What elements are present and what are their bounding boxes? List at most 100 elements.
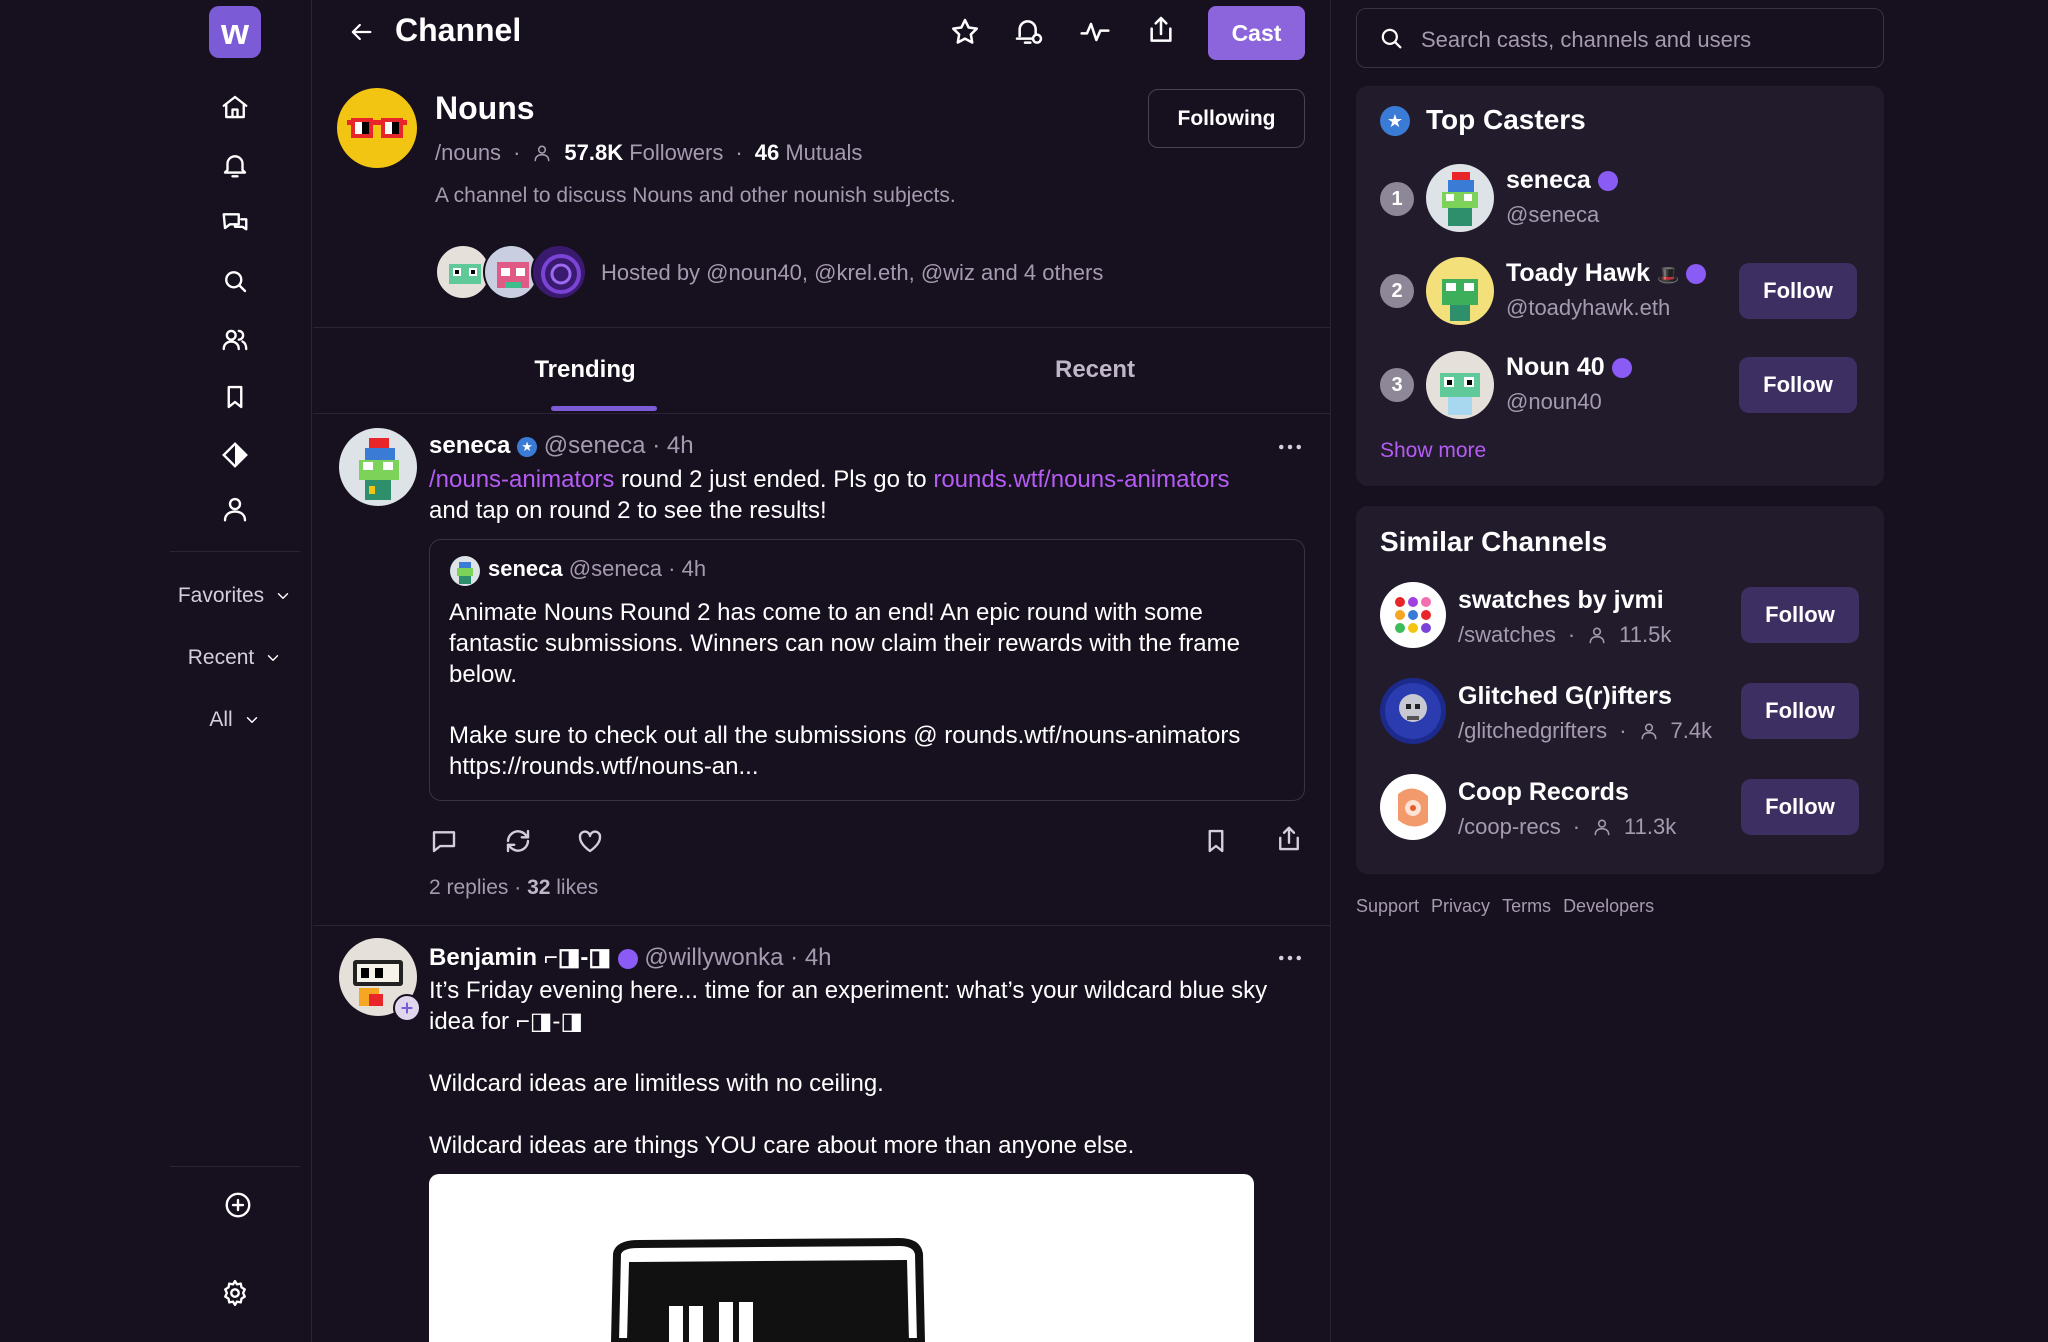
tab-recent[interactable]: Recent [1025, 356, 1165, 384]
follow-button[interactable]: Follow [1739, 357, 1857, 413]
channel-stats: /nouns · 57.8K Followers · 46 Mutuals [435, 140, 863, 166]
post-author-name[interactable]: Benjamin ⌐◨-◨ [429, 944, 611, 971]
search-bar[interactable]: Search casts, channels and users [1356, 8, 1884, 68]
channel-name[interactable]: Coop Records [1458, 778, 1629, 807]
followers-count[interactable]: 57.8K Followers [564, 140, 723, 166]
bell-icon[interactable] [220, 150, 250, 180]
post-author-handle[interactable]: @seneca [544, 432, 646, 459]
follow-button[interactable]: Follow [1741, 683, 1859, 739]
channel-name[interactable]: swatches by jvmi [1458, 586, 1664, 615]
host-avatar[interactable] [531, 244, 587, 300]
settings-gear-icon[interactable] [220, 1278, 250, 1308]
search-placeholder: Search casts, channels and users [1421, 27, 1752, 52]
cast-button[interactable]: Cast [1208, 6, 1305, 60]
post-body-line2: and tap on round 2 to see the results! [429, 497, 827, 524]
rank-badge: 3 [1380, 368, 1414, 402]
hosted-by: Hosted by @noun40, @krel.eth, @wiz and 4… [601, 260, 1104, 285]
chat-icon[interactable] [220, 208, 250, 238]
channel-avatar[interactable] [1380, 582, 1446, 648]
users-icon[interactable] [220, 324, 250, 354]
chevron-down-icon [246, 717, 257, 723]
channel-meta: /coop-recs · 11.3k [1458, 814, 1677, 839]
caster-name[interactable]: seneca [1506, 166, 1618, 195]
caster-avatar[interactable] [1426, 164, 1494, 232]
channel-avatar[interactable] [1380, 678, 1446, 744]
back-arrow-icon[interactable] [347, 18, 375, 46]
channel-avatar[interactable] [1380, 774, 1446, 840]
footer-link-terms[interactable]: Terms [1502, 896, 1551, 917]
following-button[interactable]: Following [1148, 89, 1305, 148]
caster-name[interactable]: Noun 40 [1506, 353, 1632, 382]
star-icon[interactable] [949, 16, 981, 48]
share-icon[interactable] [1274, 824, 1304, 854]
favorites-toggle[interactable]: Favorites [150, 584, 320, 608]
verified-badge-icon: ★ [517, 436, 538, 457]
likes-count[interactable]: 32 [527, 876, 550, 899]
bookmark-icon[interactable] [1201, 826, 1231, 856]
tab-active-indicator [551, 406, 657, 411]
power-badge-icon [617, 948, 638, 969]
footer-link-developers[interactable]: Developers [1563, 896, 1654, 917]
all-toggle[interactable]: All [150, 708, 320, 732]
follow-button[interactable]: Follow [1741, 779, 1859, 835]
channel-avatar [337, 88, 417, 168]
footer-link-support[interactable]: Support [1356, 896, 1419, 917]
follow-button[interactable]: Follow [1741, 587, 1859, 643]
similar-channels-title: Similar Channels [1380, 526, 1608, 557]
like-heart-icon[interactable] [575, 826, 605, 856]
quote-author-avatar [450, 556, 480, 586]
channel-link[interactable]: /nouns-animators [429, 466, 614, 493]
tophat-icon: 🎩 [1656, 265, 1680, 285]
post-time: · 4h [652, 432, 694, 459]
follow-button[interactable]: Follow [1739, 263, 1857, 319]
url-link[interactable]: rounds.wtf/nouns-animators [933, 466, 1229, 493]
post-divider [313, 925, 1331, 926]
header-divider [313, 327, 1331, 328]
diamond-icon[interactable] [220, 440, 250, 470]
mutuals-count[interactable]: 46 Mutuals [755, 140, 863, 166]
post-author-avatar[interactable] [339, 428, 417, 506]
post-header: seneca ★ @seneca · 4h [429, 432, 694, 460]
user-icon [1589, 627, 1605, 644]
bookmark-icon[interactable] [220, 382, 250, 412]
user-icon [1594, 819, 1610, 836]
caster-avatar[interactable] [1426, 257, 1494, 325]
replies-count[interactable]: 2 replies [429, 876, 508, 899]
channel-name[interactable]: Glitched G(r)ifters [1458, 682, 1672, 711]
user-icon [1641, 723, 1656, 740]
add-circle-icon[interactable] [223, 1190, 253, 1220]
star-badge-icon: ★ [1380, 106, 1410, 136]
post-engagement: 2 replies · 32 likes [429, 876, 599, 899]
add-follow-badge-icon[interactable] [393, 994, 421, 1022]
caster-name[interactable]: Toady Hawk 🎩 [1506, 259, 1707, 288]
recast-icon[interactable] [503, 826, 533, 856]
footer-link-privacy[interactable]: Privacy [1431, 896, 1490, 917]
post-image[interactable] [429, 1174, 1254, 1342]
app-logo[interactable]: w [209, 6, 261, 58]
notification-settings-icon[interactable] [1013, 16, 1045, 48]
home-icon[interactable] [220, 92, 250, 122]
power-badge-icon [1686, 264, 1707, 285]
tab-trending[interactable]: Trending [515, 356, 655, 384]
quoted-cast[interactable]: seneca @seneca · 4h Animate Nouns Round … [429, 539, 1305, 801]
user-icon[interactable] [220, 494, 250, 524]
activity-icon[interactable] [1079, 16, 1111, 48]
quote-paragraph: Make sure to check out all the submissio… [449, 722, 1241, 780]
more-options-icon[interactable] [1275, 943, 1305, 973]
show-more-link[interactable]: Show more [1380, 439, 1486, 463]
post-time: · 4h [790, 944, 832, 971]
post-header: Benjamin ⌐◨-◨ @willywonka · 4h [429, 943, 832, 972]
post-author-handle[interactable]: @willywonka [644, 944, 783, 971]
quote-paragraph: Animate Nouns Round 2 has come to an end… [449, 599, 1240, 688]
power-badge-icon [1611, 358, 1632, 379]
recent-toggle[interactable]: Recent [150, 646, 320, 670]
more-options-icon[interactable] [1275, 432, 1305, 462]
share-icon[interactable] [1145, 14, 1177, 46]
similar-channels-card: Similar Channels swatches by jvmi /swatc… [1356, 506, 1884, 874]
rank-badge: 1 [1380, 182, 1414, 216]
reply-icon[interactable] [429, 826, 459, 856]
post-author-name[interactable]: seneca [429, 432, 510, 459]
search-icon[interactable] [220, 266, 250, 296]
caster-avatar[interactable] [1426, 351, 1494, 419]
main-column: Channel Cast Nouns /nouns · 57.8K Follow… [313, 0, 1331, 1342]
